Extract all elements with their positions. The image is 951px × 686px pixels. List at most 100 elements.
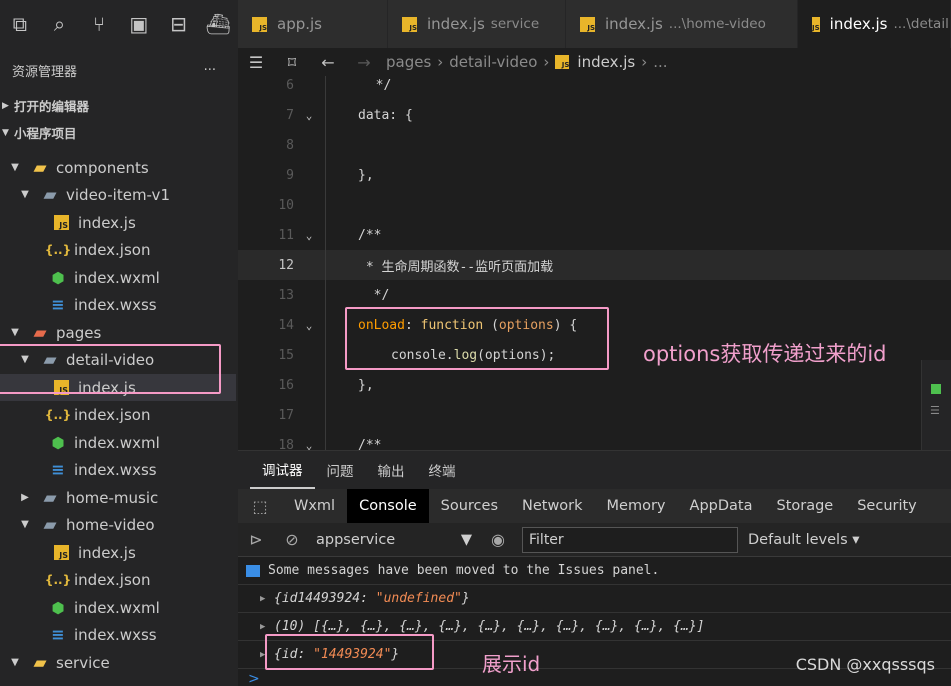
search-icon[interactable]: ⌕ [40, 0, 80, 48]
tree-item-service[interactable]: ▼ ▰ service [0, 649, 236, 676]
js-file-icon: JS [252, 16, 267, 32]
sidebar-toggle-icon[interactable]: ⊳ [238, 530, 274, 549]
tab-label: index.js [829, 15, 888, 33]
tab-network[interactable]: Network [510, 489, 595, 523]
tab-debugger[interactable]: 调试器 [250, 451, 315, 489]
fold-chevron-icon[interactable]: ⌄ [294, 109, 324, 122]
code-editor[interactable]: 6 */ 7 ⌄ data: { 8 9 }, 10 11 ⌄ /** 12 * 生… [238, 76, 951, 450]
tab-index-js-home-video[interactable]: JS index.js ...\home-video [566, 0, 798, 48]
wxml-file-icon: ⬢ [51, 268, 65, 287]
levels-select[interactable]: Default levels ▾ [748, 532, 860, 548]
console-message[interactable]: ▶ {id14493924: "undefined"} [238, 585, 951, 613]
tab-appdata[interactable]: AppData [678, 489, 765, 523]
tree-item-file[interactable]: {..} index.json [0, 236, 236, 263]
filter-input[interactable]: Filter [522, 526, 738, 553]
code-line: 11 ⌄ /** [238, 220, 951, 250]
tab-problems[interactable]: 问题 [315, 451, 366, 489]
code-line: 18 ⌄ /** [238, 430, 951, 451]
code-line-current: 12 * 生命周期函数--监听页面加载 [238, 250, 951, 280]
tab-memory[interactable]: Memory [595, 489, 678, 523]
tab-app-js[interactable]: JS app.js [238, 0, 388, 48]
fold-chevron-icon[interactable]: ⌄ [294, 229, 324, 242]
tab-hint: ...\detail [893, 16, 949, 32]
eye-icon[interactable]: ◉ [480, 530, 516, 549]
tree-item-pages[interactable]: ▼ ▰ pages [0, 319, 236, 346]
tab-storage[interactable]: Storage [764, 489, 845, 523]
js-file-icon: JS [812, 16, 820, 32]
tab-console[interactable]: Console [347, 489, 429, 523]
code-line: 17 [238, 400, 951, 430]
section-open-editors[interactable]: ▶ 打开的编辑器 [0, 92, 238, 119]
js-file-icon: JS [54, 215, 69, 230]
tree-item-file[interactable]: ≡ index.wxss [0, 291, 236, 318]
tab-terminal[interactable]: 终端 [417, 451, 468, 489]
code-text: }, [358, 167, 374, 183]
tree-item-file[interactable]: ⬢ index.wxml [0, 429, 236, 456]
tree-item-file[interactable]: {..} index.json [0, 566, 236, 593]
console-array: (10) [{…}, {…}, {…}, {…}, {…}, {…}, {…},… [274, 619, 705, 634]
annotation-box-onload [345, 307, 609, 370]
line-number: 14 [278, 317, 294, 333]
tree-item-home-video[interactable]: ▼ ▰ home-video [0, 511, 236, 538]
list-icon[interactable]: ☰ [238, 53, 274, 72]
js-file-icon: JS [580, 16, 595, 32]
folder-icon: ▰ [43, 487, 57, 508]
breadcrumb-more[interactable]: ... [653, 53, 667, 71]
code-line: 8 [238, 130, 951, 160]
chevron-down-icon: ▼ [11, 327, 19, 338]
chevron-right-icon: › [437, 53, 444, 71]
code-line: 10 [238, 190, 951, 220]
tree-item-file[interactable]: {..} index.json [0, 401, 236, 428]
console-text: Some messages have been moved to the Iss… [268, 563, 660, 578]
tree-item-file[interactable]: ≡ index.wxss [0, 621, 236, 648]
breadcrumb-file[interactable]: index.js [577, 53, 635, 71]
annotation-show-id-note: 展示id [482, 652, 541, 676]
tab-index-js-service[interactable]: JS index.js service [388, 0, 566, 48]
tree-label: index.json [74, 405, 151, 424]
tab-wxml[interactable]: Wxml [282, 489, 347, 523]
breadcrumb-detail-video[interactable]: detail-video [449, 53, 537, 71]
tab-output[interactable]: 输出 [366, 451, 417, 489]
tree-label: pages [56, 323, 102, 342]
debug-tabs: 调试器 问题 输出 终端 [238, 451, 951, 489]
tree-item-file[interactable]: ⬢ index.wxml [0, 264, 236, 291]
code-text: /** [358, 227, 382, 243]
docker-icon[interactable]: ⛴ [198, 0, 238, 48]
breadcrumb-pages[interactable]: pages [386, 53, 431, 71]
tab-security[interactable]: Security [845, 489, 929, 523]
inspect-element-icon[interactable]: ⬚ [238, 497, 282, 516]
tree-item-components[interactable]: ▼ ▰ components [0, 154, 236, 181]
clear-console-icon[interactable]: ⊘ [274, 530, 310, 549]
js-file-icon: JS [54, 545, 69, 560]
expand-arrow-icon[interactable]: ▶ [260, 622, 274, 632]
more-actions-icon[interactable]: ··· [204, 63, 216, 78]
forward-arrow-icon[interactable]: → [346, 53, 382, 72]
fold-chevron-icon[interactable]: ⌄ [294, 439, 324, 451]
console-toolbar: ⊳ ⊘ appservice ▼ ◉ Filter Default levels… [238, 523, 951, 557]
tree-item-home-music[interactable]: ▶ ▰ home-music [0, 484, 236, 511]
list-icon: ☰ [930, 404, 940, 417]
context-select[interactable]: appservice ▼ [310, 532, 480, 548]
extensions-icon[interactable]: ▣ [119, 0, 159, 48]
tree-item-video-item-v1[interactable]: ▼ ▰ video-item-v1 [0, 181, 236, 208]
tree-item-file[interactable]: ≡ index.wxss [0, 456, 236, 483]
debug-icon[interactable]: ⊟ [159, 0, 199, 48]
line-number: 16 [278, 377, 294, 393]
tab-hint: service [490, 16, 540, 32]
tab-sources[interactable]: Sources [429, 489, 510, 523]
tree-item-file[interactable]: JS index.js [0, 209, 236, 236]
tree-item-file[interactable]: JS index.js [0, 539, 236, 566]
section-project[interactable]: ▼ 小程序项目 [0, 119, 238, 146]
source-control-icon[interactable]: ⑂ [79, 0, 119, 48]
tab-index-js-detail[interactable]: JS index.js ...\detail [798, 0, 951, 48]
tree-label: service [56, 653, 110, 672]
tree-label: index.wxml [74, 268, 160, 287]
tree-item-file[interactable]: ⬢ index.wxml [0, 594, 236, 621]
indent-guide [325, 76, 326, 450]
bookmark-icon[interactable]: ⌑ [274, 53, 310, 72]
files-icon[interactable]: ⧉ [0, 0, 40, 48]
tree-label: home-video [66, 515, 155, 534]
expand-arrow-icon[interactable]: ▶ [260, 594, 274, 604]
back-arrow-icon[interactable]: ← [310, 53, 346, 72]
fold-chevron-icon[interactable]: ⌄ [294, 319, 324, 332]
